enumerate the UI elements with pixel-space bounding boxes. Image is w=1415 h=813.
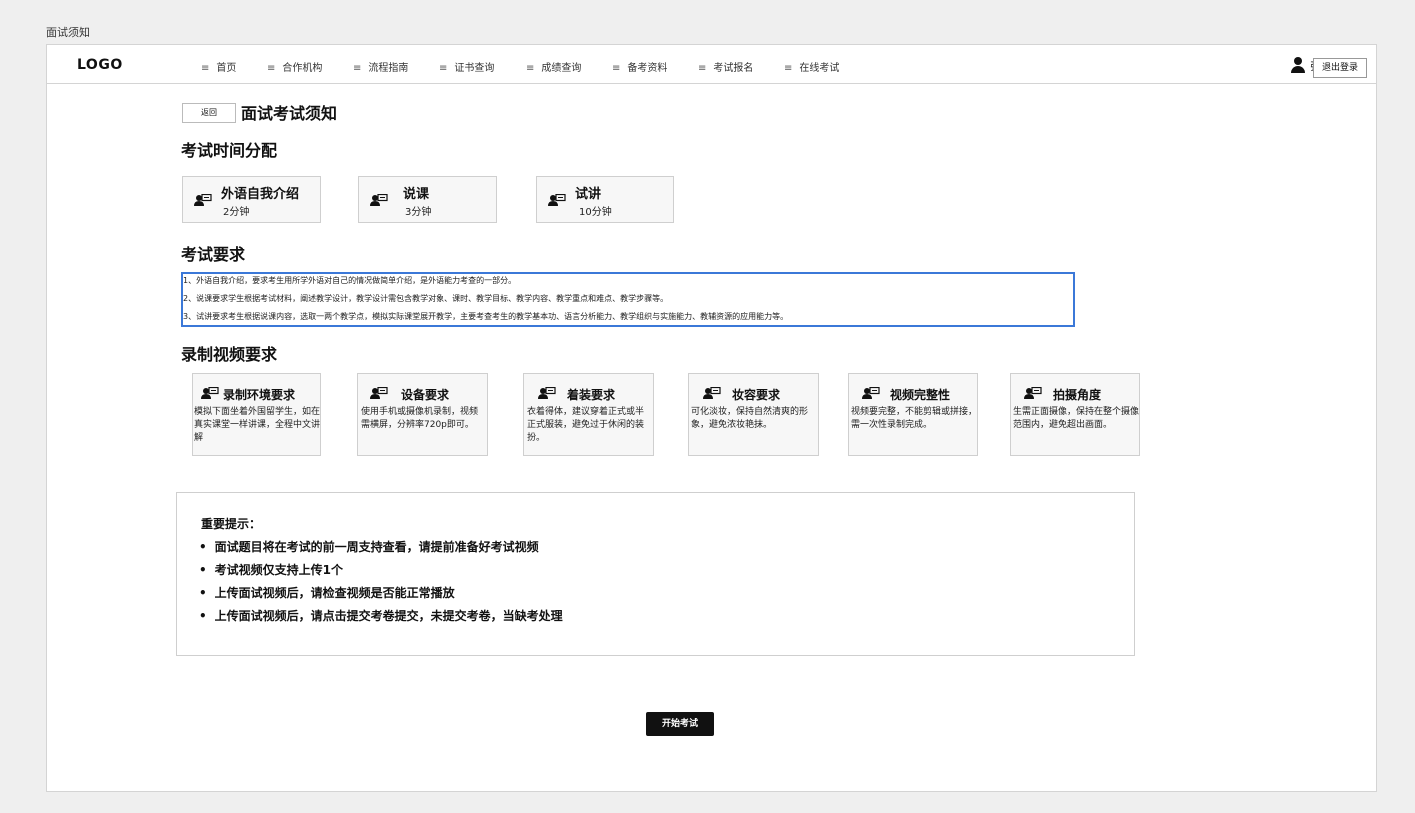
nav-item-registration[interactable]: ≡ 考试报名 (698, 59, 753, 74)
bullet: • (199, 609, 207, 623)
presenter-icon (1024, 387, 1042, 399)
video-card-desc: 可化淡妆，保持自然清爽的形象，避免浓妆艳抹。 (691, 407, 809, 430)
presenter-icon (538, 387, 556, 399)
section-title-video: 录制视频要求 (181, 345, 278, 364)
nav-item-label: 证书查询 (454, 63, 495, 74)
app-frame: LOGO ≡ 首页 ≡ 合作机构 ≡ 流程指南 ≡ 证书查询 ≡ 成绩查询 ≡ 备考资料 ≡… (46, 44, 1377, 792)
logo[interactable]: LOGO (77, 57, 123, 73)
section-title-requirements: 考试要求 (181, 245, 246, 264)
nav-item-label: 首页 (216, 63, 237, 74)
notice-item-text: 面试题目将在考试的前一周支持查看，请提前准备好考试视频 (214, 540, 539, 554)
requirement-line: 3、试讲要求考生根据说课内容，选取一两个教学点，模拟实际课堂展开教学，主要考查考… (183, 312, 789, 321)
menu-icon: ≡ (612, 63, 621, 74)
page-caption: 面试须知 (46, 26, 90, 39)
menu-icon: ≡ (526, 63, 535, 74)
user-icon (1291, 57, 1305, 73)
time-card-self-intro: 外语自我介绍 2分钟 (182, 176, 321, 223)
notice-title: 重要提示： (201, 517, 262, 531)
menu-icon: ≡ (698, 63, 707, 74)
video-card-name: 妆容要求 (732, 388, 781, 402)
nav-item-guide[interactable]: ≡ 流程指南 (353, 59, 408, 74)
nav-item-label: 合作机构 (282, 63, 323, 74)
nav-item-home[interactable]: ≡ 首页 (201, 59, 236, 74)
video-card-desc: 模拟下面坐着外国留学生，如在真实课堂一样讲课，全程中文讲解 (194, 407, 321, 443)
bullet: • (199, 563, 207, 577)
video-card-name: 录制环境要求 (223, 388, 296, 402)
requirements-box: 1、外语自我介绍，要求考生用所学外语对自己的情况做简单介绍，是外语能力考查的一部… (181, 272, 1075, 327)
time-card-name: 外语自我介绍 (221, 187, 300, 202)
menu-icon: ≡ (267, 63, 276, 74)
time-card-name: 说课 (403, 187, 430, 202)
video-card-completeness: 视频完整性 视频要完整，不能剪辑或拼接，需一次性录制完成。 (848, 373, 978, 456)
section-title-time: 考试时间分配 (181, 141, 278, 160)
menu-icon: ≡ (439, 63, 448, 74)
nav-item-partners[interactable]: ≡ 合作机构 (267, 59, 322, 74)
start-exam-button[interactable]: 开始考试 (646, 712, 714, 736)
nav-item-certificate[interactable]: ≡ 证书查询 (439, 59, 494, 74)
bullet: • (199, 586, 207, 600)
menu-icon: ≡ (353, 63, 362, 74)
video-card-name: 视频完整性 (890, 388, 951, 402)
nav-item-label: 成绩查询 (541, 63, 582, 74)
presenter-icon (201, 387, 219, 399)
presenter-icon (548, 194, 566, 206)
video-card-makeup: 妆容要求 可化淡妆，保持自然清爽的形象，避免浓妆艳抹。 (688, 373, 819, 456)
menu-icon: ≡ (784, 63, 793, 74)
video-card-desc: 衣着得体，建议穿着正式或半正式服装，避免过于休闲的装扮。 (527, 407, 645, 443)
video-card-name: 设备要求 (401, 388, 450, 402)
page-title: 面试考试须知 (241, 104, 338, 123)
time-card-duration: 2分钟 (223, 207, 250, 218)
time-card-name: 试讲 (575, 187, 602, 202)
video-card-angle: 拍摄角度 生需正面摄像，保持在整个摄像范围内，避免超出画面。 (1010, 373, 1140, 456)
important-notice: 重要提示： • 面试题目将在考试的前一周支持查看，请提前准备好考试视频 • 考试视频… (176, 492, 1135, 656)
nav-item-label: 备考资料 (627, 63, 668, 74)
nav-item-materials[interactable]: ≡ 备考资料 (612, 59, 667, 74)
nav-item-online-exam[interactable]: ≡ 在线考试 (784, 59, 839, 74)
video-card-desc: 使用手机或摄像机录制，视频需横屏，分辨率720p即可。 (361, 407, 479, 430)
video-card-equipment: 设备要求 使用手机或摄像机录制，视频需横屏，分辨率720p即可。 (357, 373, 488, 456)
notice-item: • 上传面试视频后，请检查视频是否能正常播放 (199, 584, 455, 601)
requirement-line: 1、外语自我介绍，要求考生用所学外语对自己的情况做简单介绍，是外语能力考查的一部… (183, 276, 517, 285)
video-card-name: 拍摄角度 (1053, 388, 1102, 402)
notice-item: • 上传面试视频后，请点击提交考卷提交，未提交考卷，当缺考处理 (199, 607, 563, 624)
time-card-duration: 10分钟 (579, 207, 612, 218)
nav-item-label: 考试报名 (713, 63, 754, 74)
menu-icon: ≡ (201, 63, 210, 74)
presenter-icon (862, 387, 880, 399)
presenter-icon (703, 387, 721, 399)
video-card-desc: 生需正面摄像，保持在整个摄像范围内，避免超出画面。 (1013, 407, 1140, 430)
video-card-desc: 视频要完整，不能剪辑或拼接，需一次性录制完成。 (851, 407, 978, 430)
time-card-lecture: 说课 3分钟 (358, 176, 497, 223)
presenter-icon (194, 194, 212, 206)
presenter-icon (370, 387, 388, 399)
nav-item-label: 流程指南 (368, 63, 409, 74)
presenter-icon (370, 194, 388, 206)
nav-item-label: 在线考试 (799, 63, 840, 74)
notice-item: • 面试题目将在考试的前一周支持查看，请提前准备好考试视频 (199, 538, 539, 555)
notice-item: • 考试视频仅支持上传1个 (199, 561, 343, 578)
notice-item-text: 上传面试视频后，请点击提交考卷提交，未提交考卷，当缺考处理 (214, 609, 563, 623)
notice-item-text: 上传面试视频后，请检查视频是否能正常播放 (214, 586, 455, 600)
video-card-name: 着装要求 (567, 388, 616, 402)
time-card-duration: 3分钟 (405, 207, 432, 218)
logout-button[interactable]: 退出登录 (1313, 58, 1367, 78)
requirement-line: 2、说课要求学生根据考试材料，阐述教学设计，教学设计需包含教学对象、课时、教学目… (183, 294, 669, 303)
top-navbar: LOGO ≡ 首页 ≡ 合作机构 ≡ 流程指南 ≡ 证书查询 ≡ 成绩查询 ≡ 备考资料 ≡… (47, 45, 1376, 84)
bullet: • (199, 540, 207, 554)
video-card-attire: 着装要求 衣着得体，建议穿着正式或半正式服装，避免过于休闲的装扮。 (523, 373, 654, 456)
nav-item-scores[interactable]: ≡ 成绩查询 (526, 59, 581, 74)
notice-item-text: 考试视频仅支持上传1个 (214, 563, 344, 577)
time-card-trial-teaching: 试讲 10分钟 (536, 176, 674, 223)
video-card-environment: 录制环境要求 模拟下面坐着外国留学生，如在真实课堂一样讲课，全程中文讲解 (192, 373, 321, 456)
back-button[interactable]: 返回 (182, 103, 236, 123)
